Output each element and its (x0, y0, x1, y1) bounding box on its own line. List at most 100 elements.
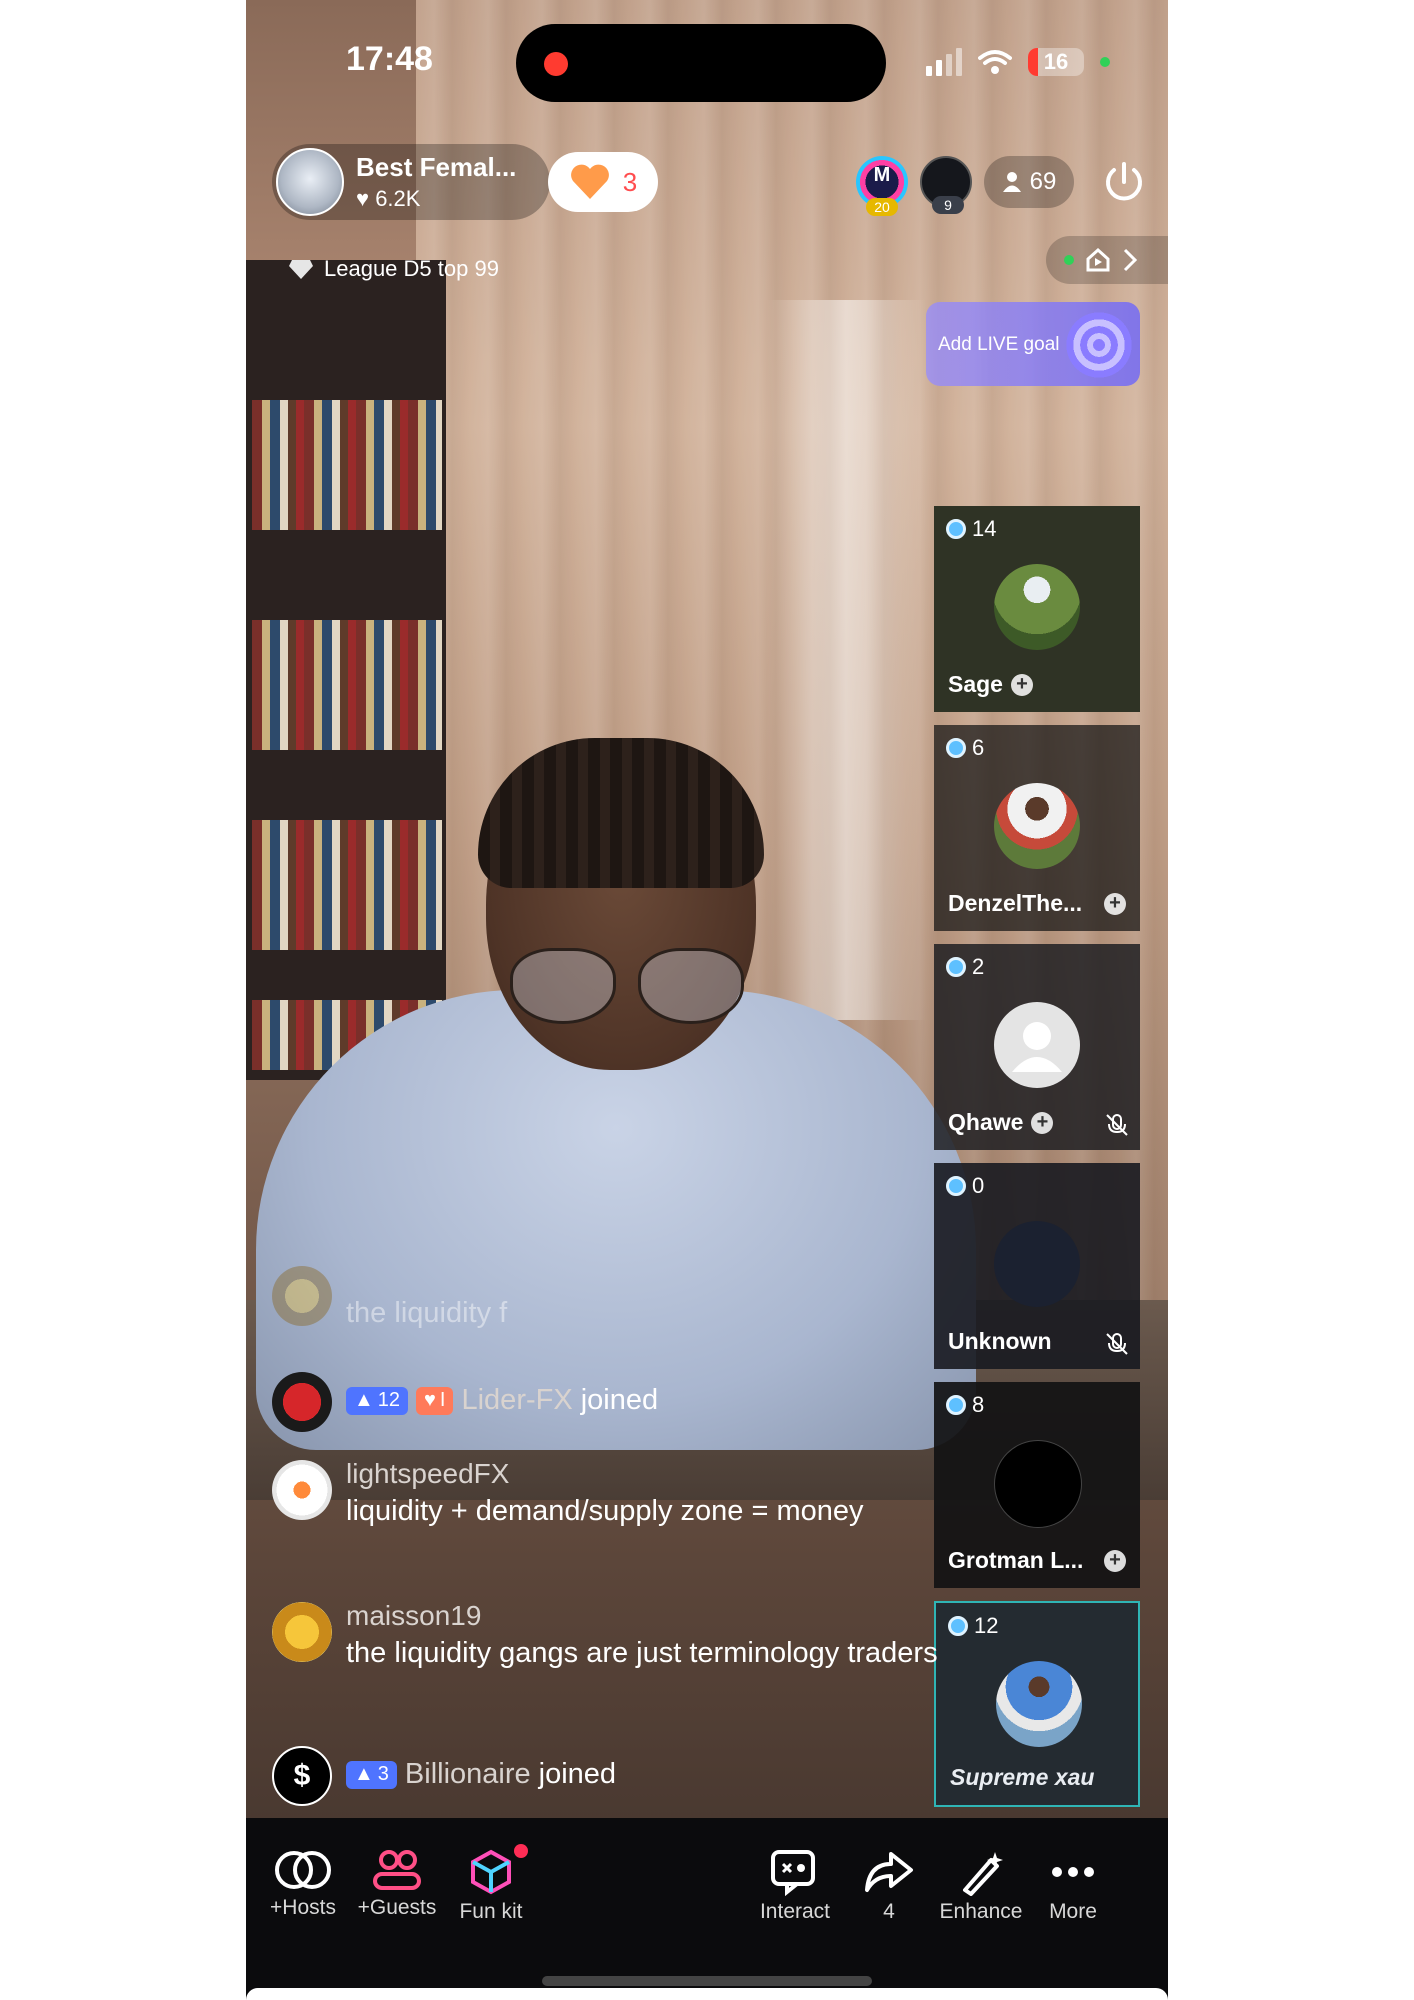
host-avatar[interactable] (276, 148, 344, 216)
money-bag-avatar[interactable]: $ (272, 1746, 332, 1806)
level-badge: ▲ 12 (346, 1386, 409, 1415)
guests-button[interactable]: +Guests (352, 1848, 442, 1920)
power-icon[interactable] (1100, 158, 1148, 206)
top-viewer-level: 20 (866, 198, 898, 216)
join-notice[interactable]: ▲ 12 ♥ I Lider-FX joined (272, 1372, 952, 1432)
fan-badge: ♥ I (416, 1386, 454, 1415)
status-time: 17:48 (346, 40, 433, 78)
gem-icon (946, 1176, 966, 1196)
bottom-sheet-edge (246, 1988, 1168, 2000)
fan-level-value: I (439, 1389, 446, 1411)
share-arrow-icon (865, 1852, 913, 1892)
guest-count-value: 6 (972, 735, 985, 760)
enhance-button[interactable]: Enhance (936, 1848, 1026, 1924)
level-badge: ▲ 3 (346, 1760, 397, 1789)
share-count: 4 (883, 1900, 895, 1923)
hosts-button[interactable]: +Hosts (258, 1848, 348, 1920)
bottom-toolbar: +Hosts +Guests Fun kit Interact 4 Enhanc… (246, 1818, 1168, 2000)
add-guest-icon[interactable]: + (1031, 1111, 1054, 1134)
guest-avatar[interactable] (994, 1221, 1080, 1307)
diamond-icon (289, 260, 313, 279)
guest-name: DenzelThe... (948, 890, 1082, 917)
add-guest-icon[interactable]: + (1010, 673, 1033, 696)
guest-avatar[interactable] (996, 1661, 1082, 1747)
guest-count-value: 2 (972, 954, 985, 979)
chat-text: the liquidity f (346, 1297, 508, 1329)
chat-avatar[interactable] (272, 1372, 332, 1432)
share-button[interactable]: 4 (844, 1848, 934, 1924)
add-guest-icon[interactable]: + (1104, 893, 1126, 915)
chat-avatar[interactable] (272, 1266, 332, 1326)
guest-tile[interactable]: 12 Supreme xau (934, 1601, 1140, 1807)
live-center-nav[interactable] (1046, 236, 1168, 284)
glasses-lens-right (638, 948, 744, 1024)
magic-wand-icon (963, 1852, 1003, 1896)
hosts-label: +Hosts (270, 1896, 336, 1919)
add-live-goal-label: Add LIVE goal (938, 334, 1060, 355)
hearts-button[interactable]: 3 (548, 152, 658, 212)
chat-avatar[interactable] (272, 1602, 332, 1662)
guest-tile[interactable]: 0 Unknown (934, 1163, 1140, 1369)
host-profile-pill[interactable]: Best Femal... ♥ 6.2K (272, 144, 550, 220)
guest-count: 2 (946, 954, 984, 980)
guest-count-value: 0 (972, 1173, 985, 1198)
logo-avatar[interactable] (994, 1440, 1082, 1528)
top-viewer-level: 9 (932, 196, 964, 214)
gem-icon (946, 519, 966, 539)
window-light (766, 300, 926, 1020)
chat-username[interactable]: maisson19 (346, 1600, 481, 1632)
interact-icon (771, 1850, 815, 1896)
top-viewer-avatar-2[interactable]: 9 (920, 156, 972, 214)
notification-dot (514, 1844, 528, 1858)
gem-icon (946, 957, 966, 977)
guest-name: Unknown (948, 1328, 1052, 1355)
chat-text: liquidity + demand/supply zone = money (346, 1495, 864, 1527)
guest-name: Sage + (948, 671, 1033, 698)
add-live-goal-button[interactable]: Add LIVE goal (926, 302, 1140, 386)
viewer-count-pill[interactable]: 69 (984, 156, 1074, 208)
heart-icon: ♥ (356, 186, 370, 211)
fun-kit-button[interactable]: Fun kit (446, 1844, 536, 1924)
league-badge[interactable]: League D5 top 99 (288, 256, 499, 282)
chat-username[interactable]: lightspeedFX (346, 1458, 509, 1490)
guest-tiles: 14 Sage + 6 DenzelThe... + 2 Qhawe + 0 U… (934, 506, 1140, 1820)
default-avatar-icon[interactable] (994, 1002, 1080, 1088)
heart-icon: ♥ (424, 1389, 436, 1411)
top-viewers: M 20 9 69 (856, 156, 1074, 216)
chat-username[interactable]: Lider-FX (461, 1384, 572, 1417)
mic-muted-icon (1106, 1114, 1128, 1136)
chat-message[interactable]: lightspeedFX liquidity + demand/supply z… (272, 1458, 952, 1580)
wifi-icon (978, 50, 1012, 74)
join-suffix: joined (538, 1758, 617, 1790)
guest-tile[interactable]: 8 Grotman L... + (934, 1382, 1140, 1588)
guest-tile[interactable]: 2 Qhawe + (934, 944, 1140, 1150)
chevron-right-icon (1123, 248, 1138, 272)
guests-icon (373, 1850, 421, 1890)
interact-button[interactable]: Interact (750, 1848, 840, 1924)
join-notice[interactable]: $ ▲ 3 Billionaire joined (272, 1746, 952, 1806)
guest-name-text: Supreme xau (950, 1764, 1095, 1790)
guest-count: 14 (946, 516, 996, 542)
more-button[interactable]: More (1028, 1848, 1118, 1924)
add-guest-icon[interactable]: + (1104, 1550, 1126, 1572)
cube-icon (471, 1849, 511, 1895)
mic-muted-icon (1106, 1333, 1128, 1355)
home-indicator[interactable] (542, 1976, 872, 1986)
hearts-count: 3 (622, 166, 638, 197)
guest-avatar[interactable] (994, 783, 1080, 869)
join-line: ▲ 3 Billionaire joined (346, 1758, 616, 1791)
guest-tile[interactable]: 6 DenzelThe... + (934, 725, 1140, 931)
guest-tile[interactable]: 14 Sage + (934, 506, 1140, 712)
host-likes-count: 6.2K (375, 186, 421, 211)
chat-avatar[interactable] (272, 1460, 332, 1520)
guest-count: 12 (948, 1613, 998, 1639)
online-dot (1064, 255, 1074, 265)
guest-avatar[interactable] (994, 564, 1080, 650)
top-viewer-initial: M (873, 164, 891, 186)
host-likes: ♥ 6.2K (356, 186, 420, 212)
chat-message[interactable]: maisson19 the liquidity gangs are just t… (272, 1600, 952, 1722)
chat-username[interactable]: Billionaire (405, 1758, 531, 1791)
interact-label: Interact (759, 1900, 831, 1923)
league-label: League D5 top 99 (324, 256, 499, 281)
top-viewer-avatar-1[interactable]: M 20 (856, 156, 908, 216)
